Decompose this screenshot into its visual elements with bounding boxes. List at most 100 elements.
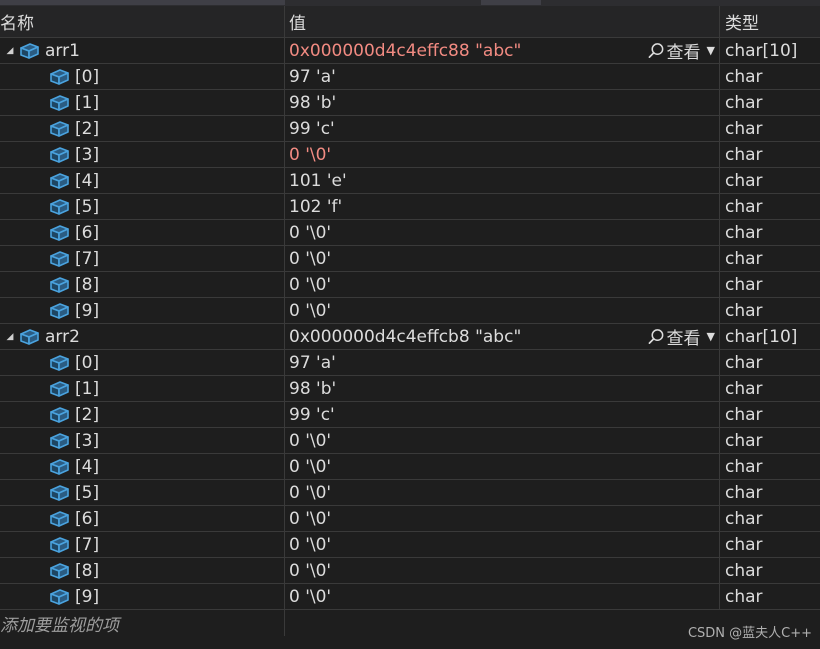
- text-visualizer-button[interactable]: 查看 ▼: [648, 324, 715, 349]
- element-type: char: [725, 534, 763, 555]
- element-type: char: [725, 378, 763, 399]
- element-value-cell[interactable]: 0 '\0': [284, 272, 719, 297]
- watch-element-row[interactable]: [9] 0 '\0' char: [0, 584, 820, 610]
- element-value-cell[interactable]: 99 'c': [284, 402, 719, 427]
- element-name-cell: [7]: [0, 246, 284, 271]
- element-value: 97 'a': [289, 66, 336, 87]
- element-type-cell: char: [719, 194, 820, 219]
- element-value: 0 '\0': [289, 248, 332, 269]
- element-object-icon: [48, 119, 70, 139]
- watch-element-row[interactable]: [1] 98 'b' char: [0, 90, 820, 116]
- watch-element-row[interactable]: [0] 97 'a' char: [0, 350, 820, 376]
- collapse-triangle-icon[interactable]: ◢: [4, 45, 16, 57]
- element-name-cell: [6]: [0, 506, 284, 531]
- chevron-down-icon[interactable]: ▼: [707, 44, 715, 57]
- element-value: 0 '\0': [289, 534, 332, 555]
- element-index: [4]: [75, 170, 100, 191]
- element-type-cell: char: [719, 454, 820, 479]
- watch-element-row[interactable]: [0] 97 'a' char: [0, 64, 820, 90]
- watch-element-row[interactable]: [5] 102 'f' char: [0, 194, 820, 220]
- watch-element-row[interactable]: [1] 98 'b' char: [0, 376, 820, 402]
- element-type: char: [725, 352, 763, 373]
- watch-element-row[interactable]: [5] 0 '\0' char: [0, 480, 820, 506]
- watch-variable-row[interactable]: ◢ arr2 0x000000d4c4effcb8 "abc" 查看 ▼ char[10]: [0, 324, 820, 350]
- element-type-cell: char: [719, 298, 820, 323]
- column-header-value[interactable]: 值: [284, 6, 719, 37]
- element-value-cell[interactable]: 0 '\0': [284, 558, 719, 583]
- element-object-icon: [48, 405, 70, 425]
- element-name-cell: [3]: [0, 428, 284, 453]
- element-value-cell[interactable]: 0 '\0': [284, 220, 719, 245]
- element-name-cell: [5]: [0, 194, 284, 219]
- collapse-triangle-icon[interactable]: ◢: [4, 331, 16, 343]
- element-value-cell[interactable]: 98 'b': [284, 376, 719, 401]
- element-object-icon: [48, 483, 70, 503]
- add-watch-placeholder: 添加要监视的项: [0, 615, 119, 636]
- element-index: [2]: [75, 118, 100, 139]
- element-type: char: [725, 430, 763, 451]
- text-visualizer-button[interactable]: 查看 ▼: [648, 38, 715, 63]
- column-header-name[interactable]: 名称: [0, 6, 284, 37]
- element-value-cell[interactable]: 97 'a': [284, 64, 719, 89]
- watch-element-row[interactable]: [8] 0 '\0' char: [0, 558, 820, 584]
- element-value-cell[interactable]: 0 '\0': [284, 454, 719, 479]
- element-index: [6]: [75, 222, 100, 243]
- viewer-label: 查看: [666, 329, 701, 349]
- watch-variable-row[interactable]: ◢ arr1 0x000000d4c4effc88 "abc" 查看 ▼ char[10]: [0, 38, 820, 64]
- element-object-icon: [48, 275, 70, 295]
- element-type-cell: char: [719, 64, 820, 89]
- element-type: char: [725, 196, 763, 217]
- watch-element-row[interactable]: [8] 0 '\0' char: [0, 272, 820, 298]
- watch-element-row[interactable]: [6] 0 '\0' char: [0, 220, 820, 246]
- watch-element-row[interactable]: [3] 0 '\0' char: [0, 142, 820, 168]
- watch-element-row[interactable]: [6] 0 '\0' char: [0, 506, 820, 532]
- watch-table: 名称 值 类型 ◢ arr1 0x000000d4c4effc88 "abc" 查看 ▼…: [0, 6, 820, 636]
- element-value-cell[interactable]: 0 '\0': [284, 506, 719, 531]
- element-value-cell[interactable]: 0 '\0': [284, 480, 719, 505]
- element-value: 0 '\0': [289, 300, 332, 321]
- element-object-icon: [48, 249, 70, 269]
- element-name-cell: [2]: [0, 116, 284, 141]
- element-name-cell: [8]: [0, 558, 284, 583]
- chevron-down-icon[interactable]: ▼: [707, 330, 715, 343]
- element-type-cell: char: [719, 90, 820, 115]
- element-type: char: [725, 144, 763, 165]
- element-value-cell[interactable]: 0 '\0': [284, 584, 719, 609]
- element-type-cell: char: [719, 246, 820, 271]
- element-type-cell: char: [719, 480, 820, 505]
- watch-element-row[interactable]: [4] 0 '\0' char: [0, 454, 820, 480]
- element-value: 99 'c': [289, 118, 335, 139]
- variable-value-cell[interactable]: 0x000000d4c4effcb8 "abc" 查看 ▼: [284, 324, 719, 349]
- element-value-cell[interactable]: 0 '\0': [284, 142, 719, 167]
- element-type: char: [725, 222, 763, 243]
- element-value-cell[interactable]: 97 'a': [284, 350, 719, 375]
- variable-object-icon: [18, 327, 40, 347]
- element-type: char: [725, 66, 763, 87]
- element-object-icon: [48, 535, 70, 555]
- variable-name-cell: ◢ arr2: [0, 324, 284, 349]
- element-value-cell[interactable]: 102 'f': [284, 194, 719, 219]
- element-value-cell[interactable]: 98 'b': [284, 90, 719, 115]
- watch-element-row[interactable]: [7] 0 '\0' char: [0, 532, 820, 558]
- element-value-cell[interactable]: 0 '\0': [284, 532, 719, 557]
- column-header-type[interactable]: 类型: [719, 6, 820, 37]
- watch-element-row[interactable]: [2] 99 'c' char: [0, 116, 820, 142]
- watch-element-row[interactable]: [2] 99 'c' char: [0, 402, 820, 428]
- watch-element-row[interactable]: [9] 0 '\0' char: [0, 298, 820, 324]
- watch-element-row[interactable]: [4] 101 'e' char: [0, 168, 820, 194]
- variable-value-cell[interactable]: 0x000000d4c4effc88 "abc" 查看 ▼: [284, 38, 719, 63]
- watch-element-row[interactable]: [7] 0 '\0' char: [0, 246, 820, 272]
- tab-indicator: [481, 0, 541, 5]
- element-value-cell[interactable]: 0 '\0': [284, 298, 719, 323]
- element-value-cell[interactable]: 0 '\0': [284, 428, 719, 453]
- watch-element-row[interactable]: [3] 0 '\0' char: [0, 428, 820, 454]
- element-name-cell: [9]: [0, 298, 284, 323]
- add-watch-input[interactable]: 添加要监视的项: [0, 610, 284, 636]
- element-object-icon: [48, 197, 70, 217]
- element-index: [4]: [75, 456, 100, 477]
- element-value-cell[interactable]: 99 'c': [284, 116, 719, 141]
- element-value: 97 'a': [289, 352, 336, 373]
- element-value-cell[interactable]: 101 'e': [284, 168, 719, 193]
- element-value-cell[interactable]: 0 '\0': [284, 246, 719, 271]
- variable-name: arr2: [45, 326, 80, 347]
